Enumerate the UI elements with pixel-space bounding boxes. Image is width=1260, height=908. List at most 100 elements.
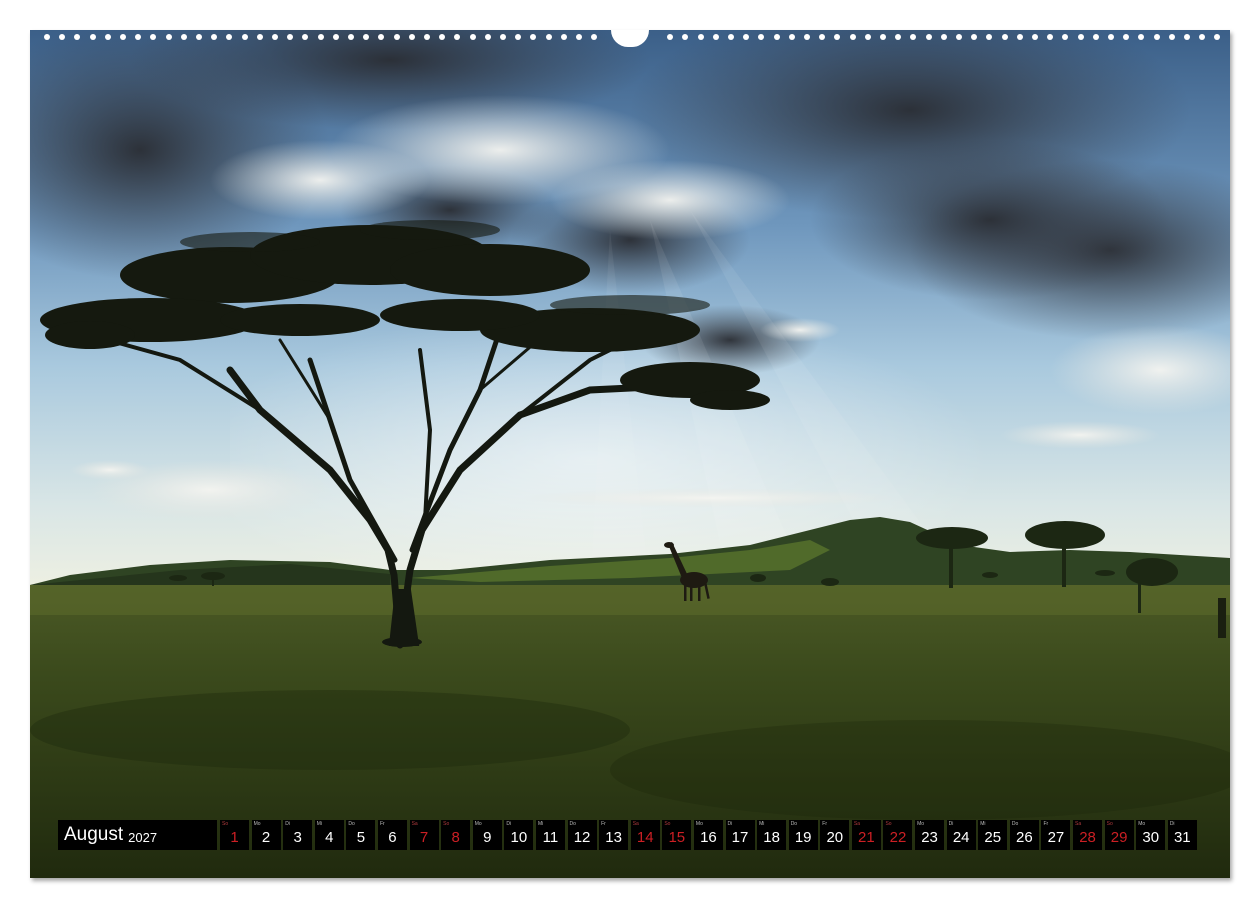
binding-hole — [1092, 34, 1099, 40]
binding-hole — [1047, 34, 1054, 40]
binding-hole — [545, 34, 552, 40]
binding-hole — [44, 34, 50, 40]
calendar-strip: August 2027 So 1 Mo 2 Di 3 Mi 4 Do 5 Fr 6 Sa 7 So 8 Mo 9 D… — [58, 820, 1199, 850]
binding-hole — [1138, 34, 1145, 40]
binding-hole — [788, 34, 795, 40]
weekday-label: Di — [506, 821, 512, 827]
day-number: 22 — [889, 829, 907, 846]
weekday-label: Mi — [316, 821, 323, 827]
binding-hole — [880, 34, 886, 40]
month-year: 2027 — [128, 829, 158, 845]
day-cell: Di 17 — [725, 820, 755, 850]
month-label: August 2027 — [58, 820, 217, 850]
day-number: 3 — [293, 829, 302, 846]
day-number: 11 — [542, 829, 559, 846]
weekday-label: So — [664, 821, 671, 827]
binding-hole — [925, 34, 932, 40]
binding-hole — [484, 34, 491, 40]
day-cell: Do 26 — [1009, 820, 1039, 850]
day-cell: Do 5 — [346, 820, 376, 850]
binding-hole — [135, 34, 142, 40]
binding-hole — [378, 34, 385, 40]
weekday-label: Di — [727, 821, 733, 827]
day-cell: Fr 20 — [820, 820, 850, 850]
weekday-label: So — [222, 821, 229, 827]
binding-hole — [1016, 34, 1023, 40]
binding-hole — [469, 34, 476, 40]
binding-hole — [971, 34, 978, 40]
binding-hole — [454, 34, 461, 40]
binding-hole — [348, 34, 354, 40]
day-cell: Mi 25 — [978, 820, 1008, 850]
binding-hole — [1001, 34, 1008, 40]
day-number: 15 — [668, 829, 686, 846]
weekday-label: Mo — [474, 821, 482, 827]
binding-hole — [1168, 34, 1175, 40]
binding-hole — [697, 34, 704, 40]
day-number: 14 — [636, 829, 654, 846]
binding-hole — [272, 34, 278, 40]
day-number: 20 — [826, 829, 844, 846]
day-cell: Mi 4 — [314, 820, 344, 850]
day-number: 1 — [230, 829, 239, 846]
day-number: 10 — [510, 829, 528, 846]
day-number: 23 — [921, 829, 938, 846]
binding-hole — [986, 34, 993, 40]
day-cell: Mo 23 — [915, 820, 945, 850]
day-number: 5 — [356, 829, 366, 846]
weekday-label: Di — [285, 821, 290, 827]
binding-hole — [1077, 34, 1084, 40]
binding-hole — [439, 34, 446, 40]
binding-hole — [1062, 34, 1069, 40]
day-cell: Di 10 — [504, 820, 534, 850]
day-cell: So 8 — [441, 820, 471, 850]
binding-hole — [728, 34, 734, 40]
binding-hole — [424, 34, 430, 40]
binding-hole — [500, 34, 506, 40]
day-number: 29 — [1110, 829, 1128, 846]
binding-hole — [530, 34, 537, 40]
day-cell: So 1 — [220, 820, 249, 850]
binding-hole — [408, 34, 415, 40]
month-name: August — [64, 824, 124, 845]
weekday-label: Sa — [632, 821, 639, 827]
binding-hole — [165, 34, 172, 40]
day-cell: Sa 7 — [409, 820, 439, 850]
binding-hole — [393, 34, 400, 40]
day-cell: Mo 16 — [693, 820, 723, 850]
day-cell: Mo 9 — [472, 820, 502, 850]
day-number: 17 — [731, 829, 749, 846]
day-cell: Do 12 — [567, 820, 597, 850]
binding-hole — [576, 34, 582, 40]
weekday-label: Fr — [379, 821, 385, 827]
binding-hole — [864, 34, 871, 40]
binding-hole — [104, 34, 111, 40]
day-number: 25 — [984, 829, 1002, 846]
weekday-label: Do — [790, 821, 798, 827]
binding-hole — [211, 34, 218, 40]
binding-hole — [956, 34, 962, 40]
binding-hole — [712, 34, 719, 40]
binding-hole — [940, 34, 947, 40]
day-cell: Di 31 — [1167, 820, 1197, 850]
day-cell: So 29 — [1104, 820, 1134, 850]
weekday-label: Mo — [917, 821, 925, 827]
day-number: 26 — [1016, 829, 1033, 846]
binding-hole — [1153, 34, 1160, 40]
binding-hole — [819, 34, 826, 40]
day-cell: Sa 28 — [1073, 820, 1103, 850]
day-cells: So 1 Mo 2 Di 3 Mi 4 Do 5 Fr 6 Sa 7 So 8 Mo 9 Di 10 Mi 11 Do 12 F… — [220, 820, 1199, 850]
day-number: 19 — [794, 829, 812, 846]
binding-hole — [834, 34, 841, 40]
day-cell: Di 24 — [946, 820, 976, 850]
day-cell: Do 19 — [788, 820, 818, 850]
weekday-label: So — [1106, 821, 1113, 827]
binding-hole — [1032, 34, 1038, 40]
binding-hole — [758, 34, 765, 40]
weekday-label: Mi — [980, 821, 986, 827]
weekday-label: Do — [1011, 821, 1019, 827]
binding-hole — [1123, 34, 1130, 40]
weekday-label: Do — [348, 821, 355, 827]
weekday-label: Do — [569, 821, 576, 827]
binding-hole — [317, 34, 324, 40]
